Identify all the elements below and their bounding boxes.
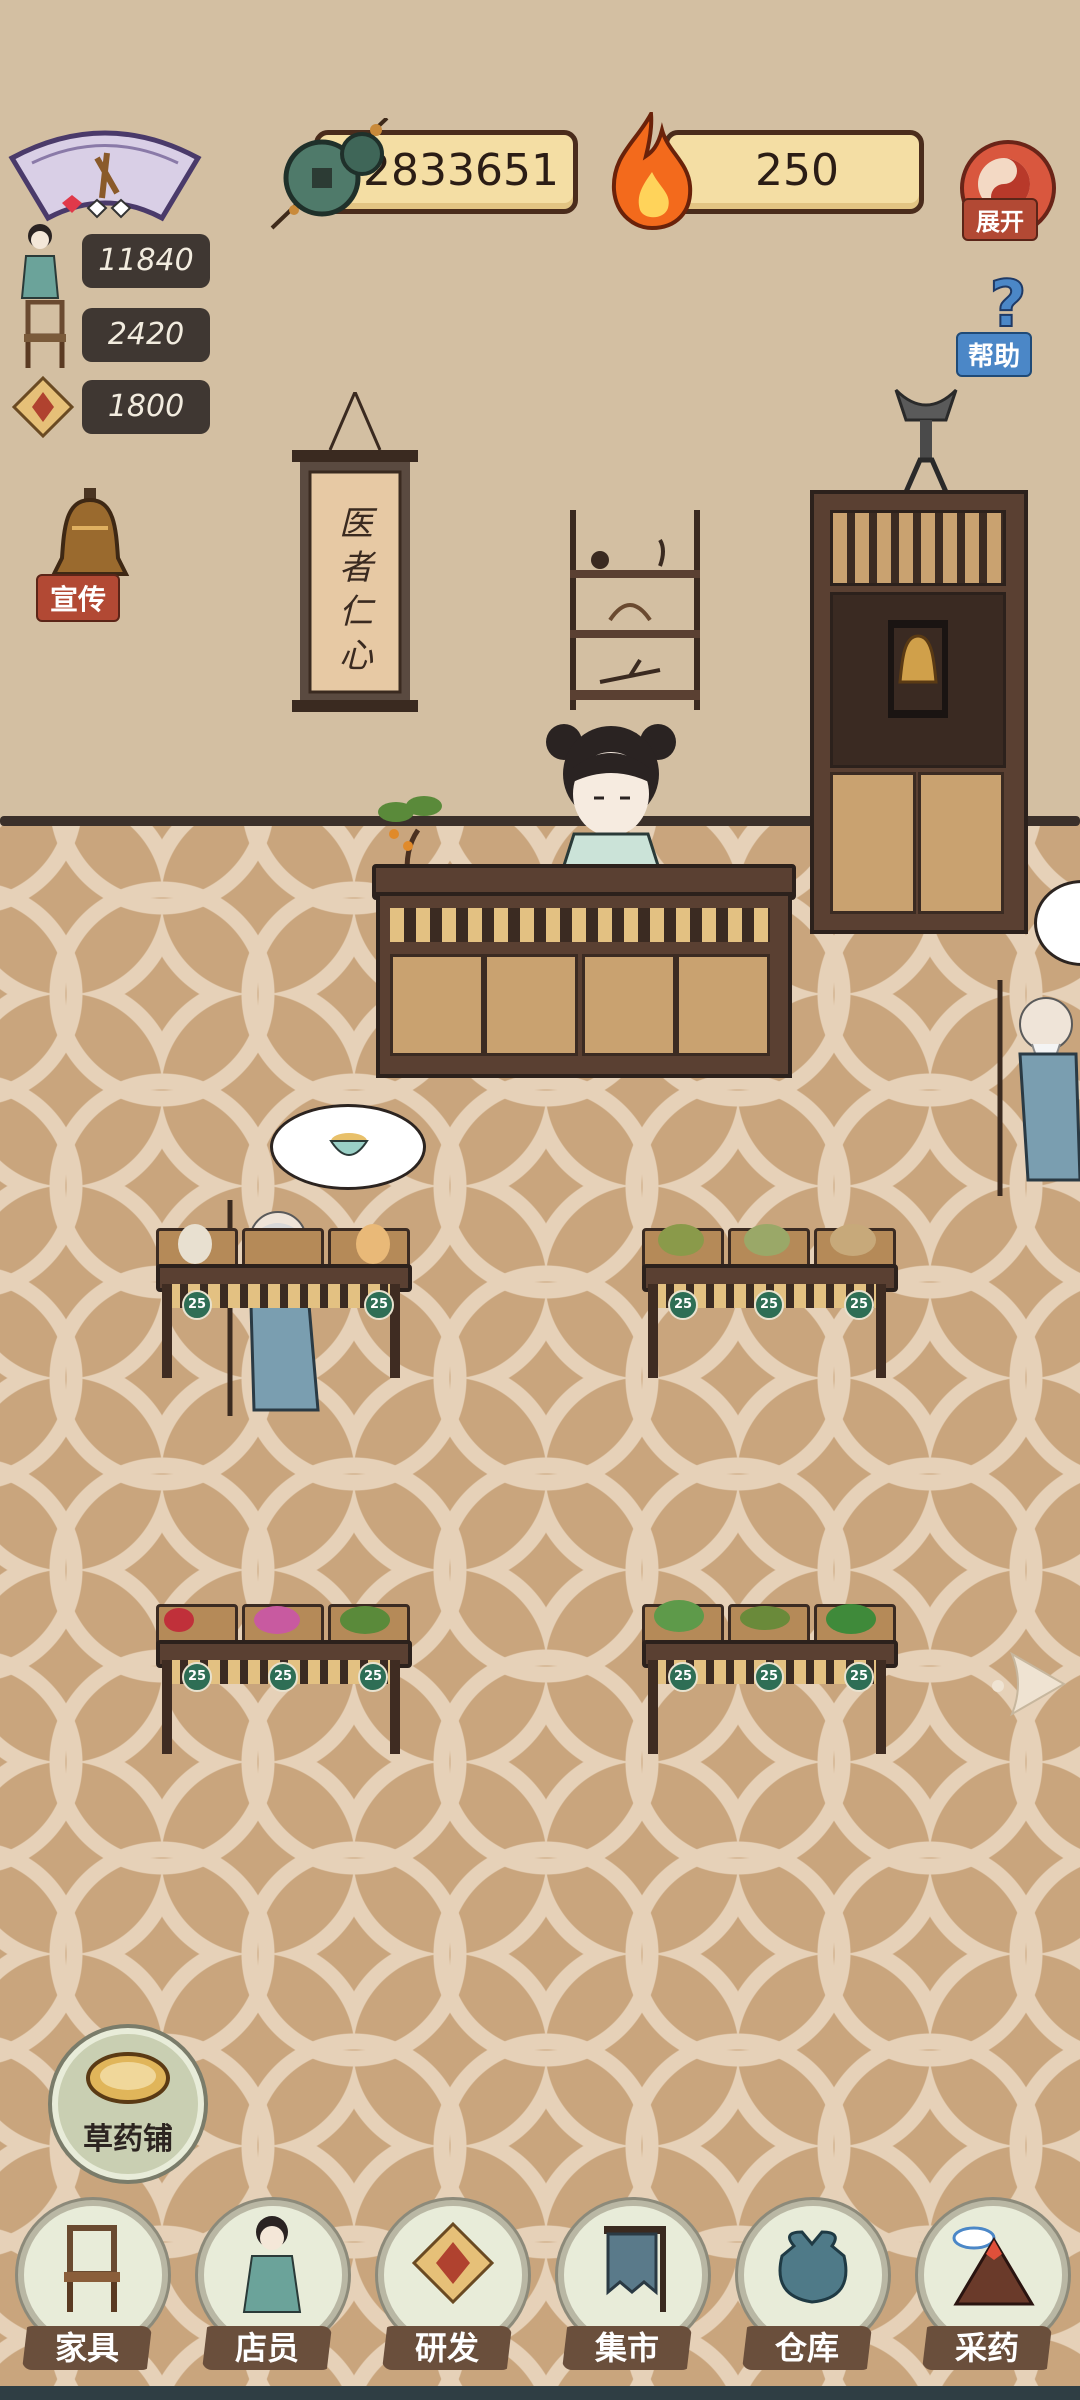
herb-slot-badge: 25 [358, 1662, 388, 1692]
nav-staff-label: 店员 [202, 2326, 332, 2370]
herb-slot-badge: 25 [844, 1662, 874, 1692]
nav-market[interactable]: 集市 [558, 2200, 708, 2390]
elder-customer-2[interactable] [980, 980, 1080, 1200]
coin-string-icon [262, 116, 402, 238]
customer-request-bubble[interactable] [270, 1104, 426, 1190]
herb-pile-icon [830, 1224, 876, 1256]
next-area-arrow-icon[interactable] [990, 1644, 1070, 1724]
display-cabinet[interactable] [810, 380, 1036, 940]
furniture-count: 2420 [82, 308, 210, 362]
staff-avatar-icon [18, 222, 62, 300]
herb-table-4[interactable]: 25 25 25 [636, 1600, 900, 1756]
herb-table-3[interactable]: 25 25 25 [150, 1600, 414, 1756]
herb-slot-badge: 25 [754, 1662, 784, 1692]
herb-pile-icon [654, 1600, 704, 1632]
herb-pile-icon [254, 1606, 300, 1634]
herb-slot-badge: 25 [668, 1290, 698, 1320]
expand-button[interactable]: 展开 [954, 140, 1056, 241]
nav-furniture-label: 家具 [22, 2326, 152, 2370]
promote-button[interactable]: 宣传 [30, 488, 150, 628]
bottom-nav: 家具 店员 研发 集市 仓库 采药 [0, 2196, 1080, 2400]
nav-market-label: 集市 [562, 2326, 692, 2370]
nav-research[interactable]: 研发 [378, 2200, 528, 2390]
coins-counter[interactable]: 72833651 [262, 116, 582, 230]
nav-gather[interactable]: 采药 [918, 2200, 1068, 2390]
censer-icon [886, 380, 966, 494]
scroll-text: 医者仁心 [339, 504, 373, 676]
question-mark-icon: ? [988, 268, 1027, 342]
market-banner-icon [600, 2222, 670, 2312]
herb-pile-icon [658, 1224, 704, 1256]
herb-pile-icon [826, 1604, 876, 1634]
fire-icon [606, 107, 696, 231]
shopkeeper[interactable] [544, 708, 678, 880]
herb-pile-icon [744, 1224, 790, 1256]
nav-research-label: 研发 [382, 2326, 512, 2370]
research-package-small-icon [10, 374, 76, 440]
herb-pile-icon [356, 1224, 390, 1264]
herb-slot-badge: 25 [668, 1662, 698, 1692]
herb-pile-icon [178, 1224, 212, 1264]
herb-slot-badge: 25 [182, 1290, 212, 1320]
warehouse-bag-icon [772, 2226, 854, 2306]
fire-value: 250 [755, 145, 839, 196]
staff-count: 11840 [82, 234, 210, 288]
shop-assistant-icon [242, 2214, 302, 2314]
herb-pile-icon [740, 1606, 790, 1630]
research-count: 1800 [82, 380, 210, 434]
nav-gather-label: 采药 [922, 2326, 1052, 2370]
fire-counter[interactable]: 250 [606, 107, 924, 232]
fan-emblem-icon[interactable] [2, 118, 208, 222]
nav-warehouse[interactable]: 仓库 [738, 2200, 888, 2390]
front-counter[interactable] [372, 864, 796, 1078]
wall-shelf[interactable] [570, 510, 700, 710]
chair-small-icon [22, 299, 68, 370]
herb-slot-badge: 25 [364, 1290, 394, 1320]
nav-furniture[interactable]: 家具 [18, 2200, 168, 2390]
herb-table-1[interactable]: 25 25 [150, 1224, 414, 1380]
nav-warehouse-label: 仓库 [742, 2326, 872, 2370]
hanging-scroll[interactable]: 医者仁心 [290, 392, 420, 722]
help-label: 帮助 [956, 332, 1033, 377]
chair-icon [60, 2224, 124, 2314]
help-button[interactable]: ? 帮助 [952, 268, 1062, 377]
shop-selector-button[interactable]: 草药铺 [52, 2028, 204, 2180]
promote-label: 宣传 [36, 574, 121, 622]
shop-name: 草药铺 [83, 2122, 173, 2157]
herb-pile-icon [164, 1608, 194, 1632]
herb-slot-badge: 25 [844, 1290, 874, 1320]
cabinet-bell-icon [888, 620, 948, 720]
herb-slot-badge: 25 [268, 1662, 298, 1692]
expand-label: 展开 [962, 198, 1038, 241]
herb-table-2[interactable]: 25 25 25 [636, 1224, 900, 1380]
herb-pile-icon [340, 1606, 390, 1634]
system-gesture-bar [0, 2386, 1080, 2400]
research-package-icon [411, 2221, 495, 2305]
herb-slot-badge: 25 [754, 1290, 784, 1320]
herb-basket-icon [84, 2048, 172, 2108]
herb-slot-badge: 25 [182, 1662, 212, 1692]
nav-staff[interactable]: 店员 [198, 2200, 348, 2390]
medicine-bowl-icon [329, 1129, 369, 1163]
mountain-icon [948, 2218, 1038, 2308]
